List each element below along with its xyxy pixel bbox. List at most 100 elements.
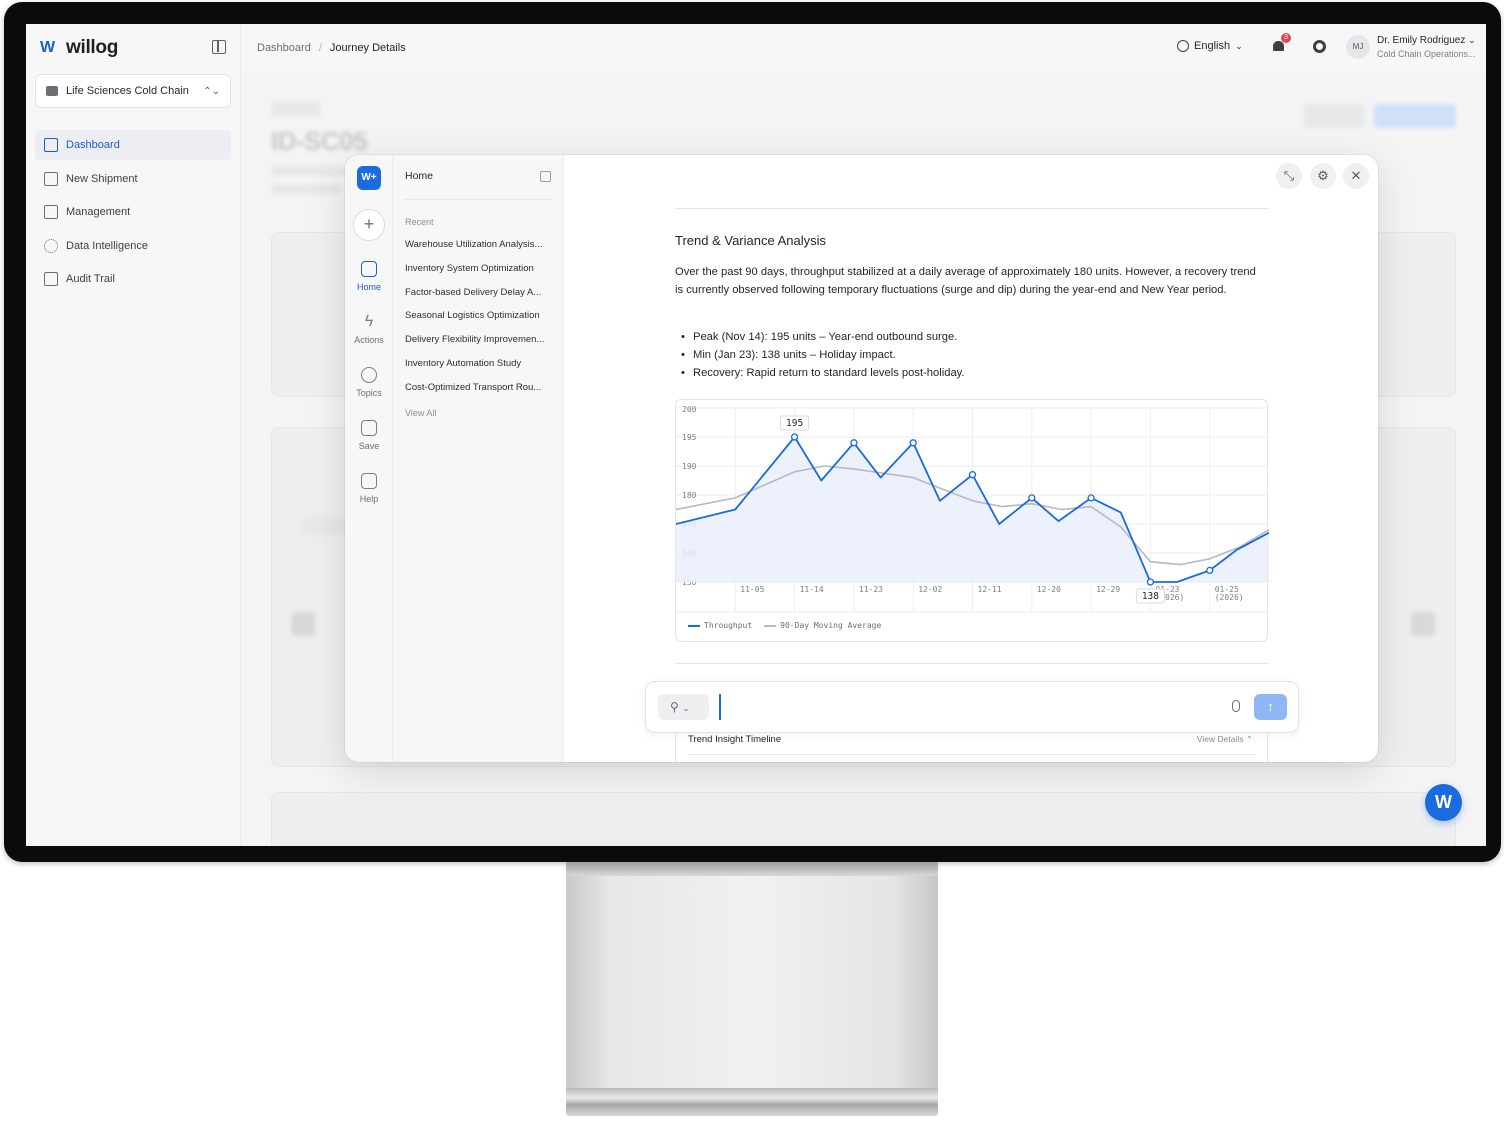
sidebar-item-label: New Shipment: [66, 172, 138, 185]
org-selector-label: Life Sciences Cold Chain: [66, 85, 189, 97]
monitor-stand: [566, 862, 938, 1092]
breadcrumb: Dashboard / Journey Details: [257, 42, 406, 54]
throughput-point: [790, 433, 799, 441]
inbox-icon: [361, 420, 377, 436]
audit-trail-icon: [44, 272, 58, 286]
legend-label: 90-Day Moving Average: [780, 621, 882, 630]
rail-item-topics[interactable]: Topics: [345, 367, 393, 398]
chevron-down-icon: ⌄: [1235, 40, 1243, 51]
monitor-stand-base: [566, 1088, 938, 1116]
legend-moving-average[interactable]: 90-Day Moving Average: [764, 621, 881, 630]
minimize-icon[interactable]: ⤡: [1276, 163, 1302, 189]
blurred-card: [271, 792, 1456, 846]
assistant-content: ⤡ ⚙ ✕ Trend & Variance Analysis Over the…: [564, 155, 1378, 762]
sidebar-item-audit-trail[interactable]: Audit Trail: [35, 264, 231, 294]
gear-icon[interactable]: ⚙: [1310, 163, 1336, 189]
blurred-tag: [271, 102, 321, 116]
blurred-icon: [291, 612, 315, 636]
screen: W willog Life Sciences Cold Chain ⌃⌄ Das…: [26, 24, 1486, 846]
language-selector[interactable]: English ⌄: [1177, 40, 1243, 52]
bullet-item: Peak (Nov 14): 195 units – Year-end outb…: [681, 328, 965, 346]
divider: [688, 754, 1256, 755]
blurred-button: [1304, 104, 1364, 128]
x-tick-label: (2026): [1215, 593, 1244, 602]
sidebar-item-label: Audit Trail: [66, 273, 115, 285]
history-title: Home: [405, 170, 434, 182]
throughput-point: [1206, 566, 1214, 575]
notification-bell-icon[interactable]: 3: [1272, 33, 1291, 53]
logo-text: willog: [66, 37, 119, 58]
assistant-modal: W+ + Home ϟ Actions Topics Save Help Hom…: [345, 155, 1378, 762]
legend-label: Throughput: [704, 621, 753, 630]
throughput-point: [1028, 494, 1036, 502]
divider: [675, 208, 1269, 209]
sidebar-item-management[interactable]: Management: [35, 197, 231, 227]
sidebar-item-label: Dashboard: [66, 139, 120, 151]
throughput-chart: 15016017018019019520011-0511-1411-2312-0…: [675, 399, 1269, 642]
rail-item-help[interactable]: Help: [345, 473, 393, 504]
history-item[interactable]: Delivery Flexibility Improvemen...: [405, 334, 555, 358]
rail-item-actions[interactable]: ϟ Actions: [345, 314, 393, 346]
logo[interactable]: W willog: [40, 37, 118, 59]
chat-input[interactable]: [724, 695, 1204, 719]
sidebar-toggle-icon[interactable]: [212, 40, 226, 54]
globe-icon: [1177, 40, 1189, 52]
rail-item-home[interactable]: Home: [345, 261, 393, 292]
language-label: English: [1194, 40, 1231, 52]
blurred-text: [271, 184, 341, 194]
throughput-point: [968, 471, 977, 479]
management-icon: [44, 205, 58, 219]
history-item[interactable]: Cost-Optimized Transport Rou...: [405, 382, 555, 406]
gear-icon[interactable]: [1313, 40, 1326, 53]
x-tick-label: 11-05: [740, 585, 764, 594]
home-icon: [361, 261, 377, 277]
sidebar-item-new-shipment[interactable]: New Shipment: [35, 164, 231, 194]
sidebar-item-label: Data Intelligence: [66, 239, 148, 252]
chevron-down-icon: ⌄: [1468, 35, 1476, 45]
sidebar-item-data-intelligence[interactable]: Data Intelligence: [35, 231, 231, 261]
x-tick-label: 12-29: [1096, 585, 1120, 594]
sidebar-nav: Dashboard New Shipment Management Data I…: [35, 130, 231, 298]
microphone-icon[interactable]: [1232, 700, 1240, 712]
breadcrumb-dashboard[interactable]: Dashboard: [257, 42, 311, 54]
paperclip-icon: ⚲: [670, 700, 679, 714]
text-caret: [719, 694, 721, 720]
rail-item-label: Help: [359, 494, 379, 504]
sidebar-item-label: Management: [66, 206, 131, 218]
close-icon[interactable]: ✕: [1343, 163, 1369, 189]
x-tick-label: 12-11: [978, 585, 1002, 594]
attach-button[interactable]: ⚲ ⌄: [658, 694, 709, 720]
x-tick-label: 12-20: [1037, 585, 1061, 594]
legend-throughput[interactable]: Throughput: [688, 621, 752, 630]
history-item[interactable]: Inventory System Optimization: [405, 263, 555, 287]
sidebar-item-dashboard[interactable]: Dashboard: [35, 130, 231, 160]
y-tick-label: 200: [682, 405, 697, 414]
message-heading: Trend & Variance Analysis: [675, 233, 827, 248]
divider: [675, 663, 1269, 664]
history-item[interactable]: Inventory Automation Study: [405, 358, 555, 382]
new-chat-button[interactable]: +: [353, 209, 385, 241]
divider: [405, 199, 553, 200]
history-item[interactable]: Seasonal Logistics Optimization: [405, 310, 555, 334]
blurred-text: [271, 166, 351, 176]
throughput-point: [1087, 494, 1095, 502]
y-tick-label: 180: [682, 491, 697, 500]
rail-item-save[interactable]: Save: [345, 420, 393, 451]
willog-assistant-fab[interactable]: W: [1425, 784, 1462, 821]
compass-icon: [361, 367, 377, 383]
history-item[interactable]: Warehouse Utilization Analysis...: [405, 239, 555, 263]
panel-collapse-icon[interactable]: [540, 171, 551, 182]
chevron-updown-icon: ⌃⌄: [203, 85, 220, 97]
view-all-link[interactable]: View All: [405, 408, 436, 418]
org-selector[interactable]: Life Sciences Cold Chain ⌃⌄: [35, 74, 231, 108]
avatar[interactable]: MJ: [1346, 35, 1370, 59]
rail-item-label: Actions: [354, 335, 384, 345]
throughput-point: [909, 439, 917, 447]
rail-item-label: Save: [358, 441, 380, 451]
history-item[interactable]: Factor-based Delivery Delay A...: [405, 287, 555, 311]
user-menu[interactable]: Dr. Emily Rodriguez ⌄ Cold Chain Operati…: [1377, 35, 1476, 59]
view-details-link[interactable]: View Details ⌃: [1197, 734, 1253, 745]
send-button[interactable]: ↑: [1254, 694, 1287, 720]
y-tick-label: 195: [682, 433, 697, 442]
chevron-down-icon: ⌄: [682, 703, 690, 713]
